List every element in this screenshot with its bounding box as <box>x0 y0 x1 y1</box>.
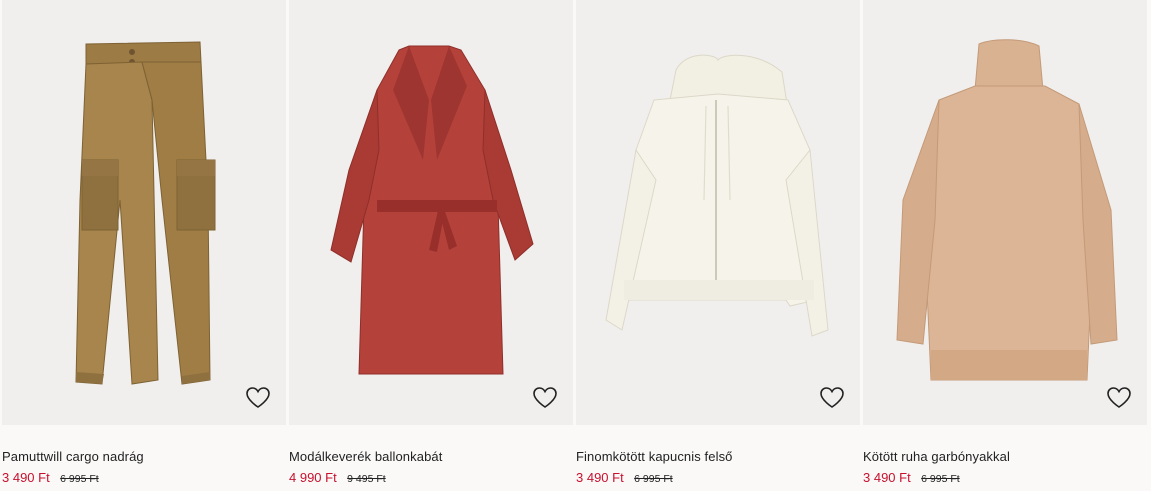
sale-price: 3 490 Ft <box>2 470 50 485</box>
product-image[interactable] <box>576 0 860 425</box>
original-price: 6 995 Ft <box>634 473 673 485</box>
trench-coat-image <box>330 45 534 375</box>
product-card[interactable]: Modálkeverék ballonkabát 4 990 Ft 9 495 … <box>289 0 573 491</box>
heart-outline-icon <box>246 387 270 408</box>
original-price: 9 495 Ft <box>347 473 386 485</box>
sale-price: 3 490 Ft <box>863 470 911 485</box>
favorite-button[interactable] <box>529 382 561 414</box>
hooded-cardigan-image <box>605 54 829 337</box>
favorite-button[interactable] <box>816 382 848 414</box>
knit-dress-image <box>896 39 1118 381</box>
product-prices: 4 990 Ft 9 495 Ft <box>289 469 386 487</box>
product-image[interactable] <box>2 0 286 425</box>
product-name[interactable]: Modálkeverék ballonkabát <box>289 449 442 464</box>
product-prices: 3 490 Ft 6 995 Ft <box>2 469 99 487</box>
product-card[interactable]: Pamuttwill cargo nadrág 3 490 Ft 6 995 F… <box>2 0 286 491</box>
heart-outline-icon <box>533 387 557 408</box>
sale-price: 3 490 Ft <box>576 470 624 485</box>
product-card[interactable]: Kötött ruha garbónyakkal 3 490 Ft 6 995 … <box>863 0 1147 491</box>
heart-outline-icon <box>820 387 844 408</box>
product-prices: 3 490 Ft 6 995 Ft <box>863 469 960 487</box>
sale-price: 4 990 Ft <box>289 470 337 485</box>
favorite-button[interactable] <box>242 382 274 414</box>
product-prices: 3 490 Ft 6 995 Ft <box>576 469 673 487</box>
favorite-button[interactable] <box>1103 382 1135 414</box>
product-image[interactable] <box>289 0 573 425</box>
cargo-pants-image <box>75 41 216 385</box>
product-image[interactable] <box>863 0 1147 425</box>
product-card[interactable]: Finomkötött kapucnis felső 3 490 Ft 6 99… <box>576 0 860 491</box>
product-name[interactable]: Pamuttwill cargo nadrág <box>2 449 144 464</box>
heart-outline-icon <box>1107 387 1131 408</box>
original-price: 6 995 Ft <box>60 473 99 485</box>
product-name[interactable]: Kötött ruha garbónyakkal <box>863 449 1010 464</box>
product-name[interactable]: Finomkötött kapucnis felső <box>576 449 733 464</box>
product-grid: Pamuttwill cargo nadrág 3 490 Ft 6 995 F… <box>0 0 1151 491</box>
original-price: 6 995 Ft <box>921 473 960 485</box>
